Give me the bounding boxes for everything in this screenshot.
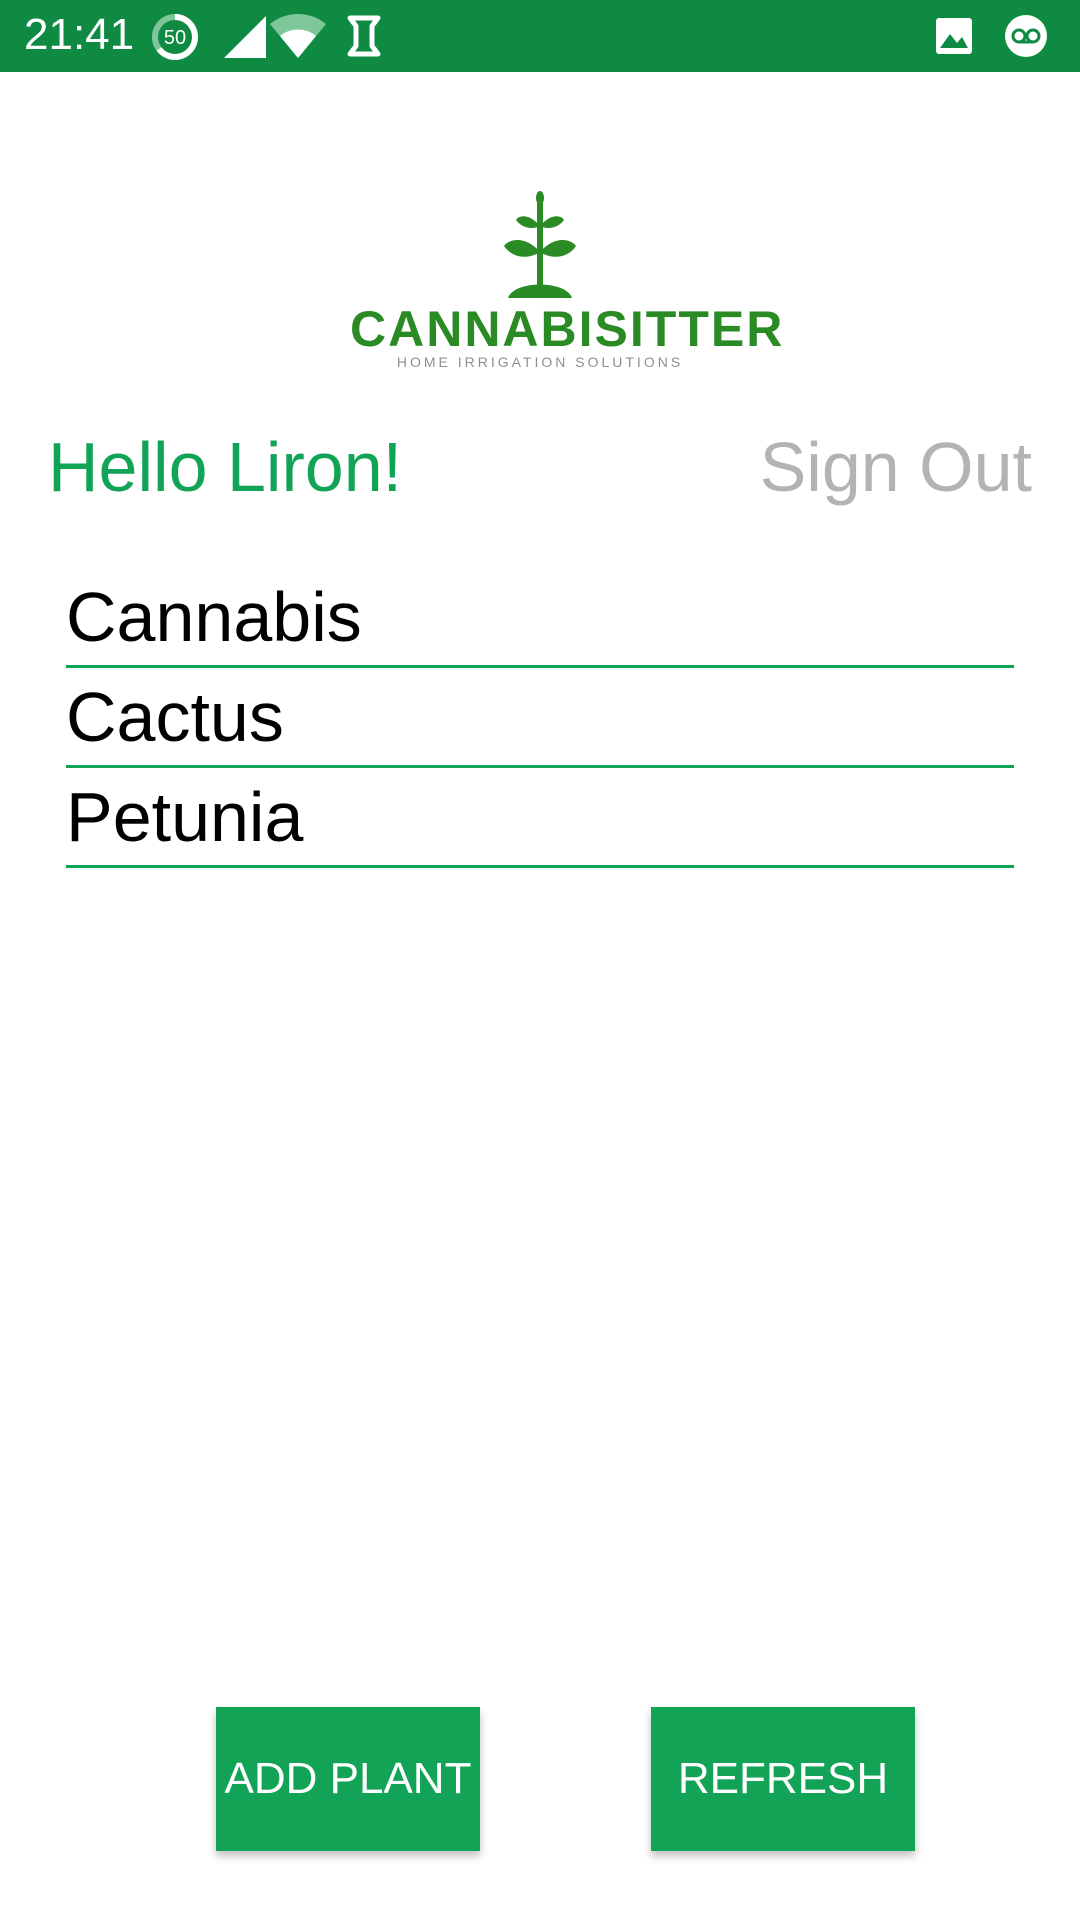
plant-name: Cactus — [66, 678, 284, 756]
cell-signal-icon — [224, 16, 266, 58]
logo-tagline: HOME IRRIGATION SOLUTIONS — [396, 354, 684, 370]
status-bar: 21:41 50 — [0, 0, 1080, 72]
status-time: 21:41 — [24, 10, 135, 59]
plant-name: Petunia — [66, 778, 304, 856]
plant-list-item[interactable]: Petunia — [66, 768, 1014, 868]
sync-icon — [347, 15, 381, 57]
data-saver-icon: 50 — [152, 14, 198, 60]
plant-list-item[interactable]: Cactus — [66, 668, 1014, 768]
app-logo: CANNABISITTER HOME IRRIGATION SOLUTIONS — [350, 190, 785, 380]
plant-sprout-icon — [504, 191, 576, 298]
app-screen: 21:41 50 CANNABISITTER HOME IRRIGATION S… — [0, 0, 1080, 1920]
battery-badge-text: 50 — [164, 27, 186, 49]
logo-wordmark: CANNABISITTER — [350, 301, 785, 357]
plant-name: Cannabis — [66, 578, 362, 656]
add-plant-button[interactable]: ADD PLANT — [216, 1707, 480, 1851]
refresh-button[interactable]: REFRESH — [651, 1707, 915, 1851]
voicemail-icon — [1005, 15, 1047, 57]
plant-list: Cannabis Cactus Petunia — [66, 568, 1014, 868]
greeting-text: Hello Liron! — [48, 428, 403, 506]
sign-out-link[interactable]: Sign Out — [760, 425, 1032, 509]
image-notification-icon — [936, 18, 972, 54]
plant-list-item[interactable]: Cannabis — [66, 568, 1014, 668]
wifi-icon — [270, 14, 326, 58]
